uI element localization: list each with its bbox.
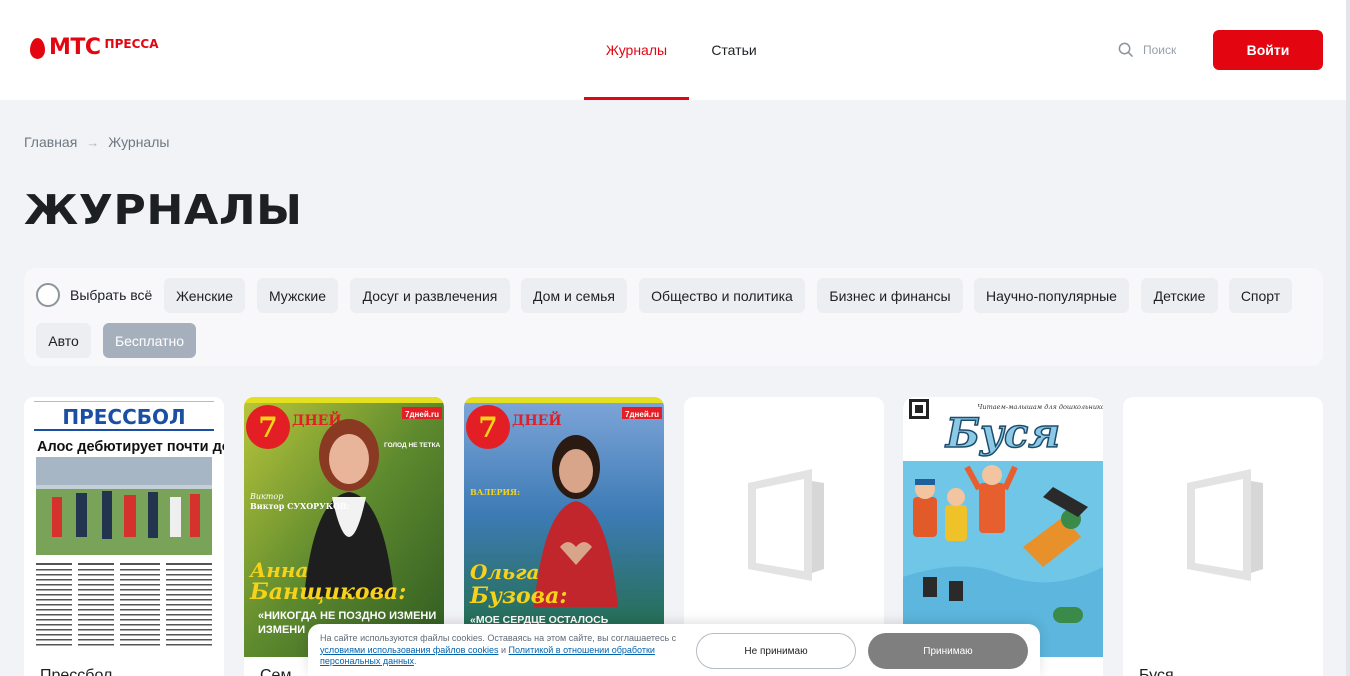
filter-chip-free[interactable]: Бесплатно	[103, 323, 196, 358]
nav-tab-journals[interactable]: Журналы	[584, 0, 689, 100]
svg-text:ДНЕЙ: ДНЕЙ	[512, 410, 562, 429]
magazine-title: Сем	[260, 667, 292, 676]
svg-text:Виктор: Виктор	[249, 492, 283, 501]
magazine-card[interactable]: ПРЕССБОЛ Алос дебютирует почти дома	[24, 397, 224, 676]
svg-text:Банщикова:: Банщикова:	[249, 579, 406, 605]
cookie-text: На сайте используются файлы cookies. Ост…	[320, 633, 677, 666]
svg-text:7: 7	[258, 411, 277, 444]
magazine-cover-pressbol: ПРЕССБОЛ Алос дебютирует почти дома	[24, 397, 224, 657]
svg-text:«НИКОГДА НЕ ПОЗДНО ИЗМЕНИ: «НИКОГДА НЕ ПОЗДНО ИЗМЕНИ	[258, 610, 436, 622]
search-input[interactable]: Поиск	[1118, 42, 1176, 57]
nav-tab-articles[interactable]: Статьи	[700, 0, 768, 100]
svg-text:Буся: Буся	[945, 410, 1060, 457]
cover-placeholder-icon	[1187, 469, 1263, 581]
category-filter-panel: Выбрать всё Женские Мужские Досуг и разв…	[24, 268, 1323, 366]
mts-press-logo[interactable]: МТС ПРЕССА	[30, 36, 158, 60]
page-title: ЖУРНАЛЫ	[24, 186, 303, 234]
site-header: МТС ПРЕССА Журналы Статьи Поиск Войти	[0, 0, 1346, 100]
magazine-cover-7days: 7 ДНЕЙ 7дней.ru Виктор Виктор СУХОРУКОВ:…	[244, 397, 444, 657]
breadcrumb-current: Журналы	[108, 134, 170, 150]
magazine-title: Буся	[1139, 667, 1174, 676]
filter-chip-mens[interactable]: Мужские	[257, 278, 338, 313]
filter-chip-business-finance[interactable]: Бизнес и финансы	[817, 278, 963, 313]
page-scrollbar[interactable]	[1346, 0, 1350, 676]
cookie-banner: На сайте используются файлы cookies. Ост…	[308, 624, 1040, 676]
cookie-decline-button[interactable]: Не принимаю	[696, 633, 856, 669]
mts-egg-icon	[30, 38, 45, 59]
filter-chip-auto[interactable]: Авто	[36, 323, 91, 358]
filter-chip-sport[interactable]: Спорт	[1229, 278, 1292, 313]
select-all-toggle[interactable]: Выбрать всё	[36, 283, 152, 307]
filter-chip-society-politics[interactable]: Общество и политика	[639, 278, 805, 313]
svg-text:ВАЛЕРИЯ:: ВАЛЕРИЯ:	[470, 487, 520, 497]
svg-text:ПРЕССБОЛ: ПРЕССБОЛ	[62, 405, 185, 429]
svg-text:ГОЛОД НЕ ТЕТКА: ГОЛОД НЕ ТЕТКА	[384, 442, 441, 449]
svg-text:7дней.ru: 7дней.ru	[625, 410, 659, 419]
logo-sub-text: ПРЕССА	[104, 37, 159, 51]
svg-text:7: 7	[478, 411, 497, 444]
cookie-terms-link[interactable]: условиями использования файлов cookies	[320, 645, 498, 655]
filter-chip-womens[interactable]: Женские	[164, 278, 245, 313]
select-all-label: Выбрать всё	[70, 287, 153, 303]
search-icon	[1118, 42, 1133, 57]
breadcrumb: Главная → Журналы	[24, 134, 169, 150]
magazine-title: Прессбол	[40, 667, 113, 676]
filter-chip-popular-science[interactable]: Научно-популярные	[974, 278, 1129, 313]
filter-chip-kids[interactable]: Детские	[1141, 278, 1218, 313]
svg-text:Бузова:: Бузова:	[469, 583, 568, 609]
magazine-cover-7days-buzova: 7 ДНЕЙ 7дней.ru ВАЛЕРИЯ: Ольга Бузова: «…	[464, 397, 664, 657]
magazine-card[interactable]: Буся	[1123, 397, 1323, 676]
svg-text:Виктор СУХОРУКОВ:: Виктор СУХОРУКОВ:	[250, 501, 350, 511]
magazine-cover-busya: Читаем-малышам для дошкольников Буся	[903, 397, 1103, 657]
login-button[interactable]: Войти	[1213, 30, 1323, 70]
svg-text:ИЗМЕНИ: ИЗМЕНИ	[258, 624, 305, 636]
cover-placeholder-icon	[748, 469, 824, 581]
cookie-accept-button[interactable]: Принимаю	[868, 633, 1028, 669]
arrow-right-icon: →	[86, 134, 100, 150]
select-all-radio[interactable]	[36, 283, 60, 307]
svg-text:Ольга: Ольга	[470, 560, 539, 584]
svg-text:Алос дебютирует почти дома: Алос дебютирует почти дома	[37, 439, 224, 455]
breadcrumb-home-link[interactable]: Главная	[24, 134, 77, 150]
logo-main-text: МТС	[49, 35, 101, 60]
search-placeholder: Поиск	[1143, 42, 1177, 57]
svg-text:7дней.ru: 7дней.ru	[405, 410, 439, 419]
filter-chip-home-family[interactable]: Дом и семья	[521, 278, 627, 313]
filter-chip-leisure[interactable]: Досуг и развлечения	[350, 278, 510, 313]
